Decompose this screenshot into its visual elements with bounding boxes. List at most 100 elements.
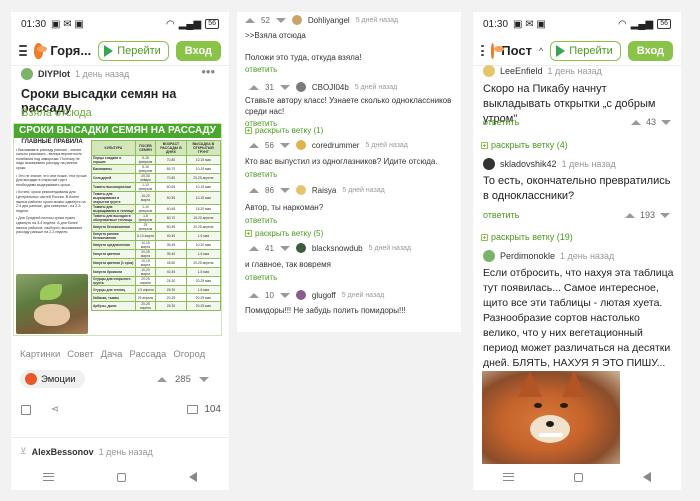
table-cell: 1-5 мая	[185, 231, 221, 241]
downvote-icon[interactable]	[275, 17, 286, 23]
post-author[interactable]: DIYPlot	[38, 69, 70, 79]
tag-link[interactable]: Картинки	[20, 349, 60, 360]
emotions-button[interactable]: Эмоции	[20, 370, 85, 388]
comment-vote: 52 Dohliyangel 5 дней назад	[245, 15, 398, 25]
save-icon[interactable]	[21, 404, 31, 415]
table-cell: 35-45	[155, 240, 187, 250]
comment-time: 1 день назад	[547, 66, 602, 76]
comment-vote: 86 Raisya 5 дней назад	[249, 185, 385, 195]
back-icon[interactable]	[189, 472, 198, 482]
reply-link[interactable]: ответить	[245, 216, 385, 225]
upvote-icon[interactable]	[249, 245, 259, 251]
downvote-icon[interactable]	[279, 245, 290, 251]
upvote-icon[interactable]	[631, 119, 641, 125]
menu-icon[interactable]	[481, 45, 484, 56]
avatar[interactable]	[291, 15, 302, 25]
login-button[interactable]: Вход	[627, 40, 673, 61]
pikabu-logo-icon[interactable]	[490, 42, 503, 59]
downvote-icon[interactable]	[660, 212, 671, 218]
recent-apps-icon[interactable]	[503, 473, 514, 481]
comment-author[interactable]: Dohliyangel	[308, 16, 350, 25]
upvote-icon[interactable]	[249, 292, 259, 298]
menu-icon[interactable]	[19, 45, 27, 56]
plus-icon	[481, 141, 488, 149]
table-cell: Томаты для выращивания в открытом грунте	[91, 191, 136, 205]
table-cell: 15-20 апреля	[185, 213, 221, 223]
home-icon[interactable]	[574, 472, 583, 482]
source-link[interactable]: Взяла отсюда	[21, 107, 92, 119]
comment-author[interactable]: glugoff	[312, 291, 336, 300]
avatar[interactable]	[295, 290, 306, 300]
section-title[interactable]: Горя...	[50, 43, 91, 58]
recent-apps-icon[interactable]	[42, 473, 54, 481]
rules-title: ГЛАВНЫЕ ПРАВИЛА	[21, 139, 83, 145]
upvote-icon[interactable]	[625, 212, 635, 218]
pikabu-logo-icon[interactable]	[33, 42, 47, 59]
comment-author[interactable]: coredrummer	[312, 141, 360, 150]
comments-count[interactable]: 104	[204, 404, 221, 415]
avatar[interactable]	[483, 158, 495, 170]
open-app-button[interactable]: Перейти	[550, 40, 621, 61]
downvote-icon[interactable]	[198, 377, 209, 382]
comments-icon[interactable]	[187, 405, 199, 414]
next-post-author[interactable]: AlexBessonov	[32, 447, 94, 457]
comment-author[interactable]: blacksnowdub	[312, 244, 363, 253]
table-cell: 25-30	[155, 276, 187, 286]
tag-link[interactable]: Огород	[173, 349, 205, 360]
upvote-icon[interactable]	[249, 187, 259, 193]
table-cell: 10-15 мая	[185, 182, 221, 192]
tag-link[interactable]: Дача	[101, 349, 123, 360]
comment-author[interactable]: skladovshik42	[500, 159, 557, 169]
comment-meta: skladovshik42 1 день назад	[483, 158, 616, 170]
post-image-infographic[interactable]: СРОКИ ВЫСАДКИ СЕМЯН НА РАССАДУ ГЛАВНЫЕ П…	[13, 123, 222, 336]
downvote-icon[interactable]	[279, 142, 290, 148]
home-icon[interactable]	[116, 472, 126, 482]
avatar[interactable]	[295, 140, 306, 150]
upvote-icon[interactable]	[249, 84, 259, 90]
expand-thread[interactable]: раскрыть ветку (5)	[245, 229, 323, 238]
upvote-icon[interactable]	[157, 377, 167, 382]
share-icon[interactable]: ⋖	[51, 404, 59, 415]
more-options-icon[interactable]: •••	[201, 64, 215, 79]
avatar[interactable]	[21, 68, 33, 80]
section-title[interactable]: Пост	[501, 43, 532, 58]
table-cell: Капуста среднеспелая	[91, 240, 136, 250]
battery-icon: 56	[205, 19, 219, 29]
google-play-icon	[556, 44, 566, 57]
open-app-button[interactable]: Перейти	[98, 40, 169, 61]
tag-link[interactable]: Совет	[67, 349, 93, 360]
fox-meme-image[interactable]	[482, 371, 620, 464]
downvote-icon[interactable]	[279, 84, 290, 90]
downvote-icon[interactable]	[279, 187, 290, 193]
avatar[interactable]	[483, 65, 495, 77]
avatar[interactable]	[295, 243, 306, 253]
comment-author[interactable]: Perdimonokle	[500, 251, 555, 261]
upvote-icon[interactable]	[249, 142, 259, 148]
upvote-icon[interactable]	[245, 17, 255, 23]
reply-link[interactable]: ответить	[483, 210, 519, 220]
reply-link[interactable]: ответить	[245, 273, 411, 282]
table-cell: 60-70	[155, 213, 187, 223]
comment-author[interactable]: Raisya	[312, 186, 336, 195]
login-button[interactable]: Вход	[175, 40, 221, 61]
chevron-up-icon[interactable]: ^	[539, 46, 543, 56]
comment-author[interactable]: CBOJI04b	[312, 83, 349, 92]
reply-link[interactable]: ответить	[245, 65, 398, 74]
downvote-icon[interactable]	[661, 119, 672, 125]
system-nav-bar	[11, 464, 229, 490]
comment-author[interactable]: LeeEnfield	[500, 66, 543, 76]
google-play-icon	[104, 44, 114, 57]
avatar[interactable]	[483, 250, 495, 262]
table-cell: 1-5 апреля	[134, 285, 157, 294]
tag-link[interactable]: Рассада	[129, 349, 166, 360]
reply-link[interactable]: ответить	[245, 170, 438, 179]
expand-thread[interactable]: раскрыть ветку (4)	[481, 140, 568, 150]
reply-link[interactable]: ответить	[483, 117, 519, 127]
avatar[interactable]	[295, 82, 306, 92]
back-icon[interactable]	[643, 472, 651, 482]
downvote-icon[interactable]	[279, 292, 290, 298]
expand-thread[interactable]: раскрыть ветку (19)	[481, 232, 573, 242]
avatar[interactable]	[295, 185, 306, 195]
comment-text: То есть, окончательно превратились в одн…	[483, 175, 671, 202]
expand-thread[interactable]: раскрыть ветку (1)	[245, 126, 323, 135]
